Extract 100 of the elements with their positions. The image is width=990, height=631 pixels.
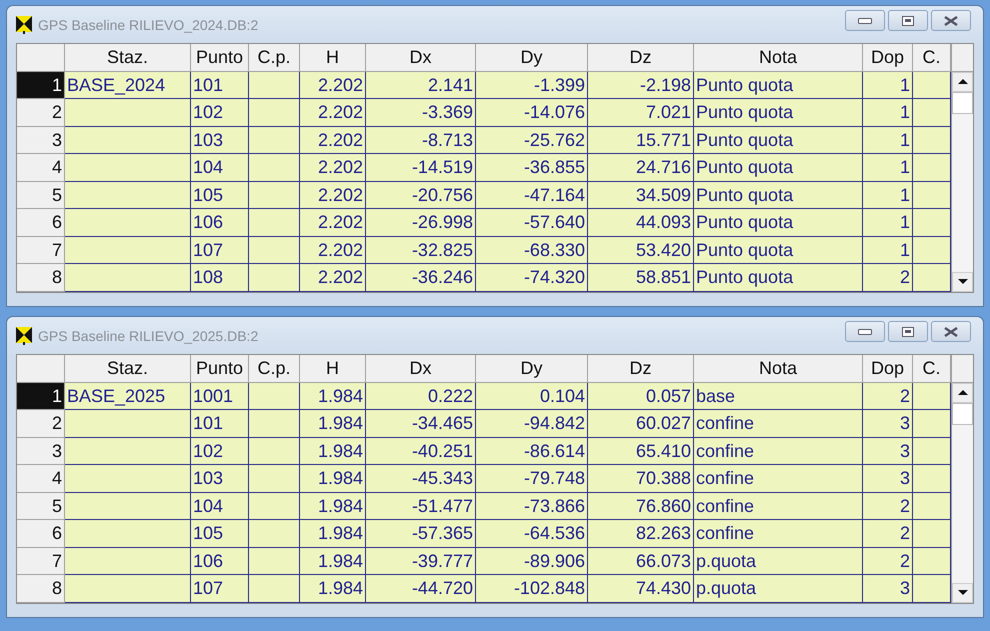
row-number[interactable]: 4 [17, 465, 65, 492]
column-header[interactable]: Dz [588, 355, 694, 382]
column-header[interactable]: Dx [366, 44, 476, 72]
table-cell: p.quota [694, 548, 863, 575]
row-number[interactable]: 2 [17, 99, 65, 126]
close-button[interactable] [931, 10, 971, 31]
close-button[interactable] [931, 321, 971, 342]
table-cell: 2.202 [300, 72, 366, 99]
table-cell: -68.330 [476, 236, 588, 264]
table-cell: 1 [863, 99, 913, 126]
close-icon [944, 326, 958, 336]
table-cell: 1.984 [300, 438, 366, 465]
column-header[interactable]: Nota [694, 355, 863, 382]
scroll-down-button[interactable] [952, 582, 973, 602]
minimize-button[interactable] [845, 10, 885, 31]
column-header[interactable]: C.p. [249, 44, 300, 72]
up-arrow-icon [958, 390, 968, 395]
table-cell: 2.141 [366, 72, 476, 99]
row-number[interactable]: 8 [17, 264, 65, 292]
table-cell: BASE_2024 [65, 72, 191, 99]
table-cell: BASE_2025 [65, 382, 191, 410]
table-cell: 101 [191, 72, 249, 99]
table-cell: -8.713 [366, 126, 476, 154]
table-cell: 106 [191, 548, 249, 575]
table-cell: 24.716 [588, 154, 694, 182]
row-number[interactable]: 2 [17, 410, 65, 438]
row-number[interactable]: 3 [17, 126, 65, 154]
table-cell: 44.093 [588, 209, 694, 236]
table-cell: 2.202 [300, 154, 366, 182]
scroll-down-button[interactable] [952, 272, 973, 292]
table-cell: 1 [863, 126, 913, 154]
table-cell: 1 [863, 72, 913, 99]
column-header[interactable]: C. [913, 44, 951, 72]
app-icon [16, 326, 32, 344]
table-cell: 2 [863, 382, 913, 410]
table-cell: -36.246 [366, 264, 476, 292]
scrollbar-thumb[interactable] [952, 402, 973, 424]
table-cell: -64.536 [476, 520, 588, 548]
row-number[interactable]: 4 [17, 154, 65, 182]
table-cell: 2 [863, 264, 913, 292]
row-number[interactable]: 7 [17, 548, 65, 575]
window-title: GPS Baseline RILIEVO_2025.DB:2 [38, 328, 258, 344]
row-number[interactable]: 7 [17, 236, 65, 264]
row-number[interactable]: 1 [17, 382, 65, 410]
minimize-button[interactable] [845, 321, 885, 342]
table-cell: Punto quota [694, 182, 863, 209]
row-number[interactable]: 8 [17, 575, 65, 602]
column-header[interactable]: Dx [366, 355, 476, 382]
restore-icon [902, 326, 914, 336]
scroll-up-button[interactable] [952, 382, 973, 402]
column-header[interactable]: Dop [863, 44, 913, 72]
table-cell: 102 [191, 99, 249, 126]
column-header[interactable]: H [300, 44, 366, 72]
column-header[interactable]: C. [913, 355, 951, 382]
column-header[interactable]: Dop [863, 355, 913, 382]
row-number[interactable]: 5 [17, 492, 65, 520]
table-cell: Punto quota [694, 154, 863, 182]
table-cell: 2.202 [300, 99, 366, 126]
table-cell: 105 [191, 520, 249, 548]
table-cell: 107 [191, 236, 249, 264]
table-cell: 104 [191, 154, 249, 182]
table-cell: 2 [863, 548, 913, 575]
column-header[interactable]: Staz. [65, 44, 191, 72]
table-cell: 107 [191, 575, 249, 602]
table-cell: -40.251 [366, 438, 476, 465]
maximize-button[interactable] [888, 321, 928, 342]
table-cell: 1 [863, 154, 913, 182]
table-cell: 102 [191, 438, 249, 465]
column-header[interactable]: Dz [588, 44, 694, 72]
column-header[interactable]: Nota [694, 44, 863, 72]
column-header[interactable]: C.p. [249, 355, 300, 382]
table-cell: -34.465 [366, 410, 476, 438]
table-cell: 60.027 [588, 410, 694, 438]
corner-cell[interactable] [17, 355, 65, 382]
maximize-button[interactable] [888, 10, 928, 31]
table-cell: 1 [863, 182, 913, 209]
table-cell: 3 [863, 438, 913, 465]
column-header[interactable]: Punto [191, 44, 249, 72]
column-header[interactable]: H [300, 355, 366, 382]
column-header[interactable]: Dy [476, 44, 588, 72]
corner-cell[interactable] [17, 44, 65, 72]
table-cell: -2.198 [588, 72, 694, 99]
table-cell: -44.720 [366, 575, 476, 602]
table-cell: 3 [863, 410, 913, 438]
table-cell: 2.202 [300, 236, 366, 264]
scroll-up-button[interactable] [952, 72, 973, 92]
minimize-icon [858, 328, 872, 334]
row-number[interactable]: 5 [17, 182, 65, 209]
scrollbar-thumb[interactable] [952, 92, 973, 114]
row-number[interactable]: 1 [17, 72, 65, 99]
table-cell: 0.057 [588, 382, 694, 410]
table-cell: -36.855 [476, 154, 588, 182]
table-cell: Punto quota [694, 126, 863, 154]
row-number[interactable]: 6 [17, 209, 65, 236]
row-number[interactable]: 3 [17, 438, 65, 465]
column-header[interactable]: Punto [191, 355, 249, 382]
table-cell: 70.388 [588, 465, 694, 492]
row-number[interactable]: 6 [17, 520, 65, 548]
column-header[interactable]: Staz. [65, 355, 191, 382]
column-header[interactable]: Dy [476, 355, 588, 382]
